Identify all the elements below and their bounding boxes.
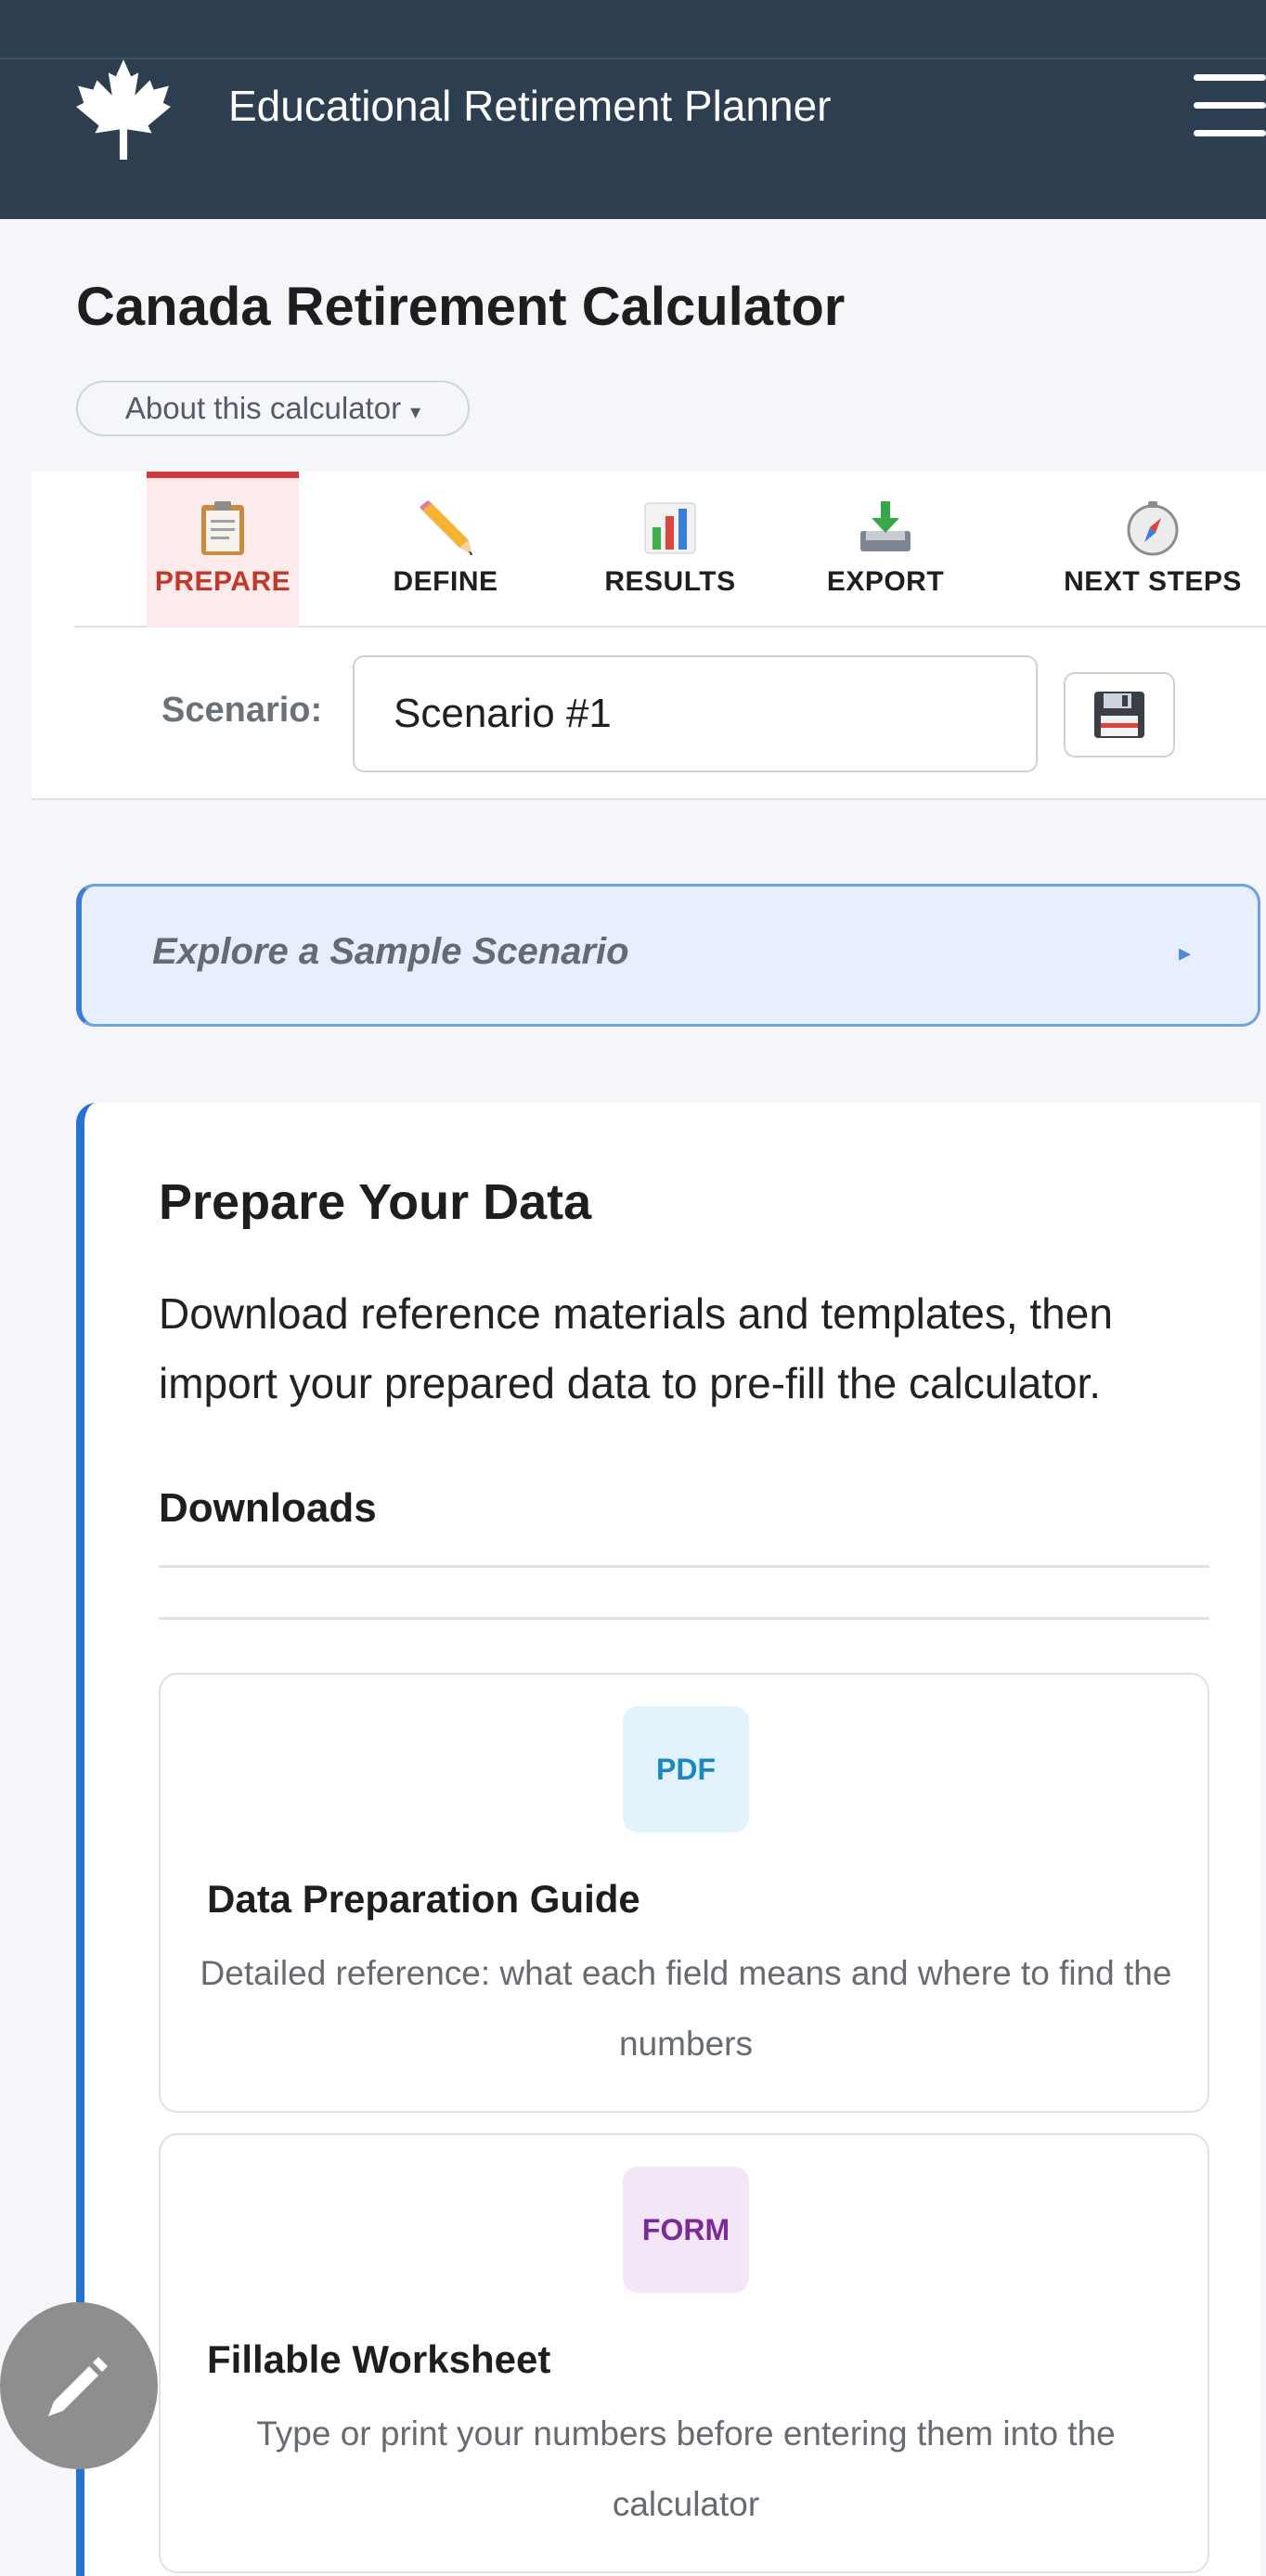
floppy-disk-icon (1094, 692, 1144, 738)
tab-define[interactable]: DEFINE (369, 472, 522, 628)
download-name: Data Preparation Guide (207, 1877, 640, 1921)
compass-icon (1127, 501, 1179, 556)
chevron-right-icon: ▸ (1178, 938, 1191, 966)
tab-label-prepare: PREPARE (154, 566, 291, 597)
tab-next-steps[interactable]: NEXT STEPS (1051, 472, 1255, 628)
edit-pencil-icon (48, 2357, 108, 2416)
download-tray-icon (860, 501, 911, 551)
maple-leaf-icon (76, 59, 171, 160)
tab-label-results: RESULTS (604, 566, 736, 597)
sample-scenario-toggle[interactable]: Explore a Sample Scenario ▸ (76, 884, 1260, 1027)
scenario-label: Scenario: (161, 691, 323, 730)
divider (159, 1617, 1209, 1620)
app-header: Educational Retirement Planner (0, 0, 1266, 219)
download-card-worksheet[interactable]: FORM Fillable Worksheet Type or print yo… (159, 2133, 1209, 2573)
save-scenario-button[interactable] (1064, 672, 1175, 757)
prepare-section: Prepare Your Data Download reference mat… (76, 1103, 1260, 2576)
tab-label-define: DEFINE (393, 566, 498, 597)
downloads-heading: Downloads (159, 1485, 377, 1531)
clipboard-icon (201, 501, 244, 555)
pencil-icon (420, 500, 472, 555)
download-name: Fillable Worksheet (207, 2337, 551, 2381)
about-calculator-toggle[interactable]: About this calculator ▾ (76, 381, 470, 436)
form-icon: FORM (623, 2167, 749, 2293)
download-card-guide[interactable]: PDF Data Preparation Guide Detailed refe… (159, 1673, 1209, 2113)
section-title: Prepare Your Data (159, 1174, 592, 1230)
app-title: Educational Retirement Planner (228, 82, 832, 130)
tab-label-next-steps: NEXT STEPS (1064, 566, 1242, 597)
step-navigation-panel: PREPARE DEFINE RESULTS EXPORT NEXT STEPS… (32, 472, 1266, 800)
chevron-down-icon: ▾ (410, 400, 421, 423)
tab-label-export: EXPORT (826, 566, 945, 597)
divider (159, 1565, 1209, 1568)
bar-chart-icon (644, 502, 696, 554)
sample-scenario-label: Explore a Sample Scenario (152, 931, 629, 972)
step-tabs: PREPARE DEFINE RESULTS EXPORT NEXT STEPS (74, 472, 1266, 628)
hamburger-menu-icon[interactable] (1194, 74, 1266, 139)
download-description: Type or print your numbers before enteri… (256, 2414, 1116, 2523)
edit-button[interactable] (0, 2302, 158, 2469)
scenario-name-input[interactable] (353, 655, 1038, 772)
pdf-icon: PDF (623, 1706, 749, 1832)
header-divider (0, 58, 1266, 59)
section-description: Download reference materials and templat… (159, 1289, 1113, 1407)
tab-prepare[interactable]: PREPARE (147, 472, 299, 628)
tab-results[interactable]: RESULTS (579, 472, 761, 628)
about-label: About this calculator (124, 391, 402, 425)
page-title: Canada Retirement Calculator (76, 277, 846, 337)
download-description: Detailed reference: what each field mean… (200, 1954, 1172, 2063)
tab-export[interactable]: EXPORT (806, 472, 965, 628)
